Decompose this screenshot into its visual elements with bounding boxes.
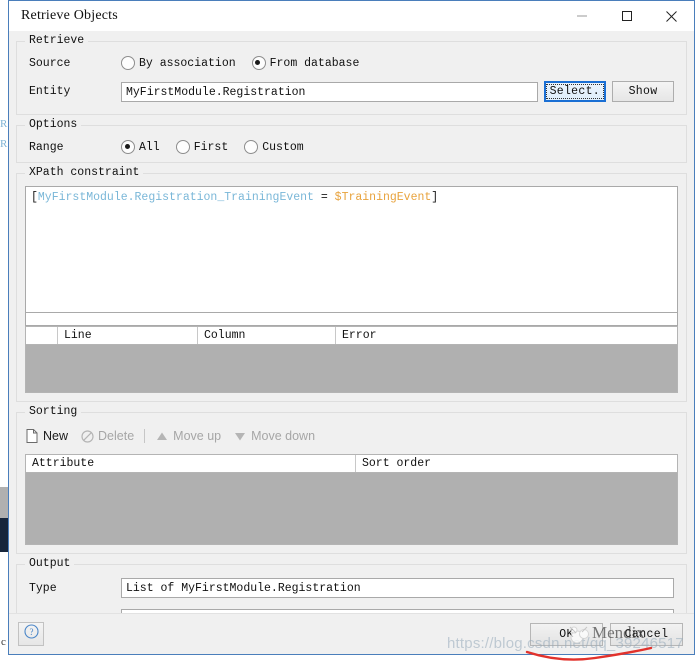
new-sort-label: New	[43, 429, 68, 443]
help-question-icon: ?	[24, 624, 39, 644]
radio-from-database-dot	[252, 56, 266, 70]
close-icon[interactable]	[649, 1, 694, 31]
entity-input[interactable]: MyFirstModule.Registration	[121, 82, 538, 102]
sorting-toolbar: New Delete Move up	[25, 424, 678, 448]
radio-from-database[interactable]: From database	[252, 56, 360, 70]
radio-by-association-label: By association	[139, 57, 236, 70]
dialog-content: Retrieve Source By association From data…	[9, 41, 694, 639]
xpath-operator-token: =	[314, 191, 335, 204]
radio-by-association-dot	[121, 56, 135, 70]
ok-button[interactable]: OK	[530, 623, 603, 646]
select-button[interactable]: Select.	[544, 81, 606, 102]
help-button[interactable]: ?	[18, 622, 44, 646]
sorting-col-sort-order[interactable]: Sort order	[356, 455, 677, 472]
errors-grid-header: Line Column Error	[25, 326, 678, 345]
move-down-label: Move down	[251, 429, 315, 443]
new-sort-button[interactable]: New	[25, 429, 68, 443]
title-bar: Retrieve Objects	[9, 1, 694, 31]
svg-text:?: ?	[29, 627, 33, 637]
xpath-variable-token: $TrainingEvent	[335, 191, 432, 204]
radio-range-all[interactable]: All	[121, 140, 160, 154]
delete-sort-button[interactable]: Delete	[80, 429, 134, 443]
radio-from-database-label: From database	[270, 57, 360, 70]
xpath-path-token: MyFirstModule.Registration_TrainingEvent	[38, 191, 314, 204]
move-up-button[interactable]: Move up	[155, 429, 221, 443]
entity-row: Entity MyFirstModule.Registration Select…	[29, 81, 674, 102]
xpath-open-bracket: [	[31, 191, 38, 204]
errors-grid-body	[25, 345, 678, 393]
sorting-grid: Attribute Sort order	[25, 454, 678, 545]
footer-buttons: OK Cancel	[523, 623, 683, 646]
window-controls	[559, 1, 694, 31]
xpath-legend: XPath constraint	[25, 166, 143, 179]
minimize-icon[interactable]	[559, 1, 604, 31]
radio-range-first[interactable]: First	[176, 140, 229, 154]
radio-range-custom-dot	[244, 140, 258, 154]
xpath-status-strip	[25, 313, 678, 326]
retrieve-objects-dialog: Retrieve Objects Retrieve Source	[8, 0, 695, 655]
dialog-footer: ? OK Cancel	[9, 613, 694, 654]
entity-label: Entity	[29, 85, 121, 98]
sorting-group: Sorting New Delete	[16, 412, 687, 554]
options-legend: Options	[25, 118, 81, 131]
move-up-label: Move up	[173, 429, 221, 443]
background-gray-bar	[0, 487, 8, 518]
maximize-icon[interactable]	[604, 1, 649, 31]
move-down-button[interactable]: Move down	[233, 429, 315, 443]
show-button[interactable]: Show	[612, 81, 674, 102]
errors-col-line[interactable]: Line	[58, 327, 198, 344]
type-row: Type List of MyFirstModule.Registration	[29, 578, 674, 598]
range-row: Range All First Custom	[29, 140, 674, 154]
xpath-close-bracket: ]	[431, 191, 438, 204]
arrow-down-icon	[233, 429, 247, 443]
xpath-editor[interactable]: [MyFirstModule.Registration_TrainingEven…	[25, 186, 678, 313]
window-title: Retrieve Objects	[21, 8, 118, 24]
source-label: Source	[29, 57, 121, 70]
radio-by-association[interactable]: By association	[121, 56, 236, 70]
radio-range-all-label: All	[139, 141, 160, 154]
errors-col-column[interactable]: Column	[198, 327, 336, 344]
type-label: Type	[29, 582, 121, 595]
radio-range-all-dot	[121, 140, 135, 154]
range-label: Range	[29, 141, 121, 154]
delete-icon	[80, 429, 94, 443]
type-value: List of MyFirstModule.Registration	[121, 578, 674, 598]
delete-sort-label: Delete	[98, 429, 134, 443]
radio-range-custom[interactable]: Custom	[244, 140, 303, 154]
radio-range-first-label: First	[194, 141, 229, 154]
sorting-col-attribute[interactable]: Attribute	[26, 455, 356, 472]
retrieve-group: Retrieve Source By association From data…	[16, 41, 687, 115]
range-radio-group: All First Custom	[121, 140, 320, 154]
radio-range-first-dot	[176, 140, 190, 154]
errors-col-error[interactable]: Error	[336, 327, 677, 344]
retrieve-legend: Retrieve	[25, 34, 88, 47]
source-radio-group: By association From database	[121, 56, 375, 70]
cancel-button[interactable]: Cancel	[610, 623, 683, 646]
sorting-grid-header: Attribute Sort order	[25, 454, 678, 473]
new-document-icon	[25, 429, 39, 443]
select-button-label: Select.	[546, 84, 604, 99]
sorting-legend: Sorting	[25, 405, 81, 418]
toolbar-separator	[144, 429, 145, 443]
sorting-grid-body	[25, 473, 678, 545]
radio-range-custom-label: Custom	[262, 141, 303, 154]
background-dark-bar	[0, 518, 8, 552]
output-legend: Output	[25, 557, 74, 570]
options-group: Options Range All First	[16, 125, 687, 163]
errors-grid: Line Column Error	[25, 326, 678, 393]
xpath-group: XPath constraint [MyFirstModule.Registra…	[16, 173, 687, 402]
errors-col-icon[interactable]	[26, 327, 58, 344]
background-left-char: c	[1, 636, 6, 648]
arrow-up-icon	[155, 429, 169, 443]
source-row: Source By association From database	[29, 56, 674, 70]
